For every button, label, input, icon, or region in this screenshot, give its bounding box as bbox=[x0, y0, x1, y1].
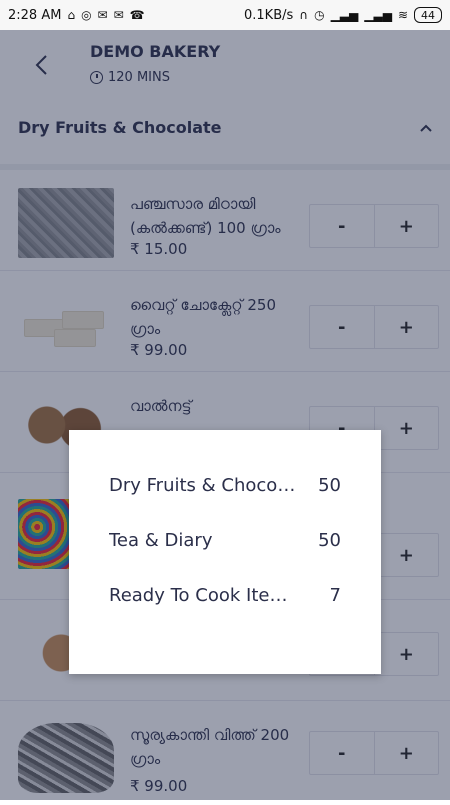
modal-overlay[interactable] bbox=[0, 30, 450, 800]
category-menu-item[interactable]: Tea & Diary 50 bbox=[109, 525, 341, 555]
signal-icon: ▁▃▅ bbox=[330, 8, 359, 22]
category-menu-item-label: Tea & Diary bbox=[109, 529, 213, 551]
mail-icon: ✉ bbox=[97, 8, 108, 22]
category-menu-item-count: 50 bbox=[318, 529, 341, 551]
mail-icon: ✉ bbox=[113, 8, 124, 22]
network-speed: 0.1KB/s bbox=[244, 7, 294, 23]
status-time: 2:28 AM bbox=[8, 7, 62, 23]
notification-icon: ⌂ bbox=[67, 8, 76, 22]
category-menu-item-count: 7 bbox=[329, 584, 341, 606]
signal-icon: ▁▃▅ bbox=[364, 8, 392, 22]
category-menu-item[interactable]: Dry Fruits & Chocol... 50 bbox=[109, 470, 341, 500]
headphones-icon: ∩ bbox=[299, 8, 309, 22]
category-menu-item-label: Dry Fruits & Chocol... bbox=[109, 474, 299, 496]
category-menu-dialog: Dry Fruits & Chocol... 50 Tea & Diary 50… bbox=[69, 430, 381, 674]
category-menu-item-count: 50 bbox=[318, 474, 341, 496]
phone-icon: ☎ bbox=[129, 8, 145, 22]
category-menu-item[interactable]: Ready To Cook Item... 7 bbox=[109, 580, 341, 610]
battery-indicator: 44 bbox=[414, 7, 442, 23]
wifi-icon: ≋ bbox=[397, 8, 408, 22]
alarm-icon: ◷ bbox=[314, 8, 325, 22]
whatsapp-icon: ◎ bbox=[81, 8, 92, 22]
status-left: 2:28 AM ⌂ ◎ ✉ ✉ ☎ bbox=[8, 8, 145, 23]
status-bar: 2:28 AM ⌂ ◎ ✉ ✉ ☎ 0.1KB/s ∩ ◷ ▁▃▅ ▁▃▅ ≋ … bbox=[0, 0, 450, 30]
status-right: 0.1KB/s ∩ ◷ ▁▃▅ ▁▃▅ ≋ 44 bbox=[244, 7, 442, 23]
category-menu-item-label: Ready To Cook Item... bbox=[109, 584, 299, 606]
